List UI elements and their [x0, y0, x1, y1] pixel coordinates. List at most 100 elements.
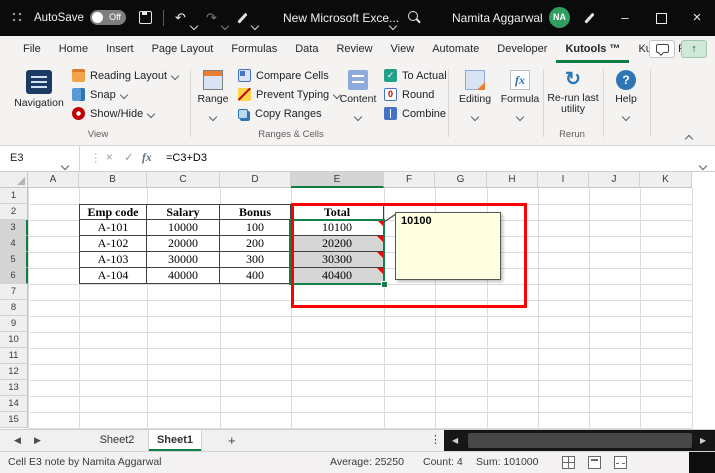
tab-data[interactable]: Data — [286, 36, 327, 63]
tab-review[interactable]: Review — [327, 36, 381, 63]
row-header-9[interactable]: 9 — [0, 316, 28, 332]
undo-menu-chevron-icon[interactable] — [191, 16, 197, 34]
cell-E5[interactable]: 30300 — [291, 252, 384, 268]
snap-button[interactable]: Snap — [72, 85, 178, 104]
cell-D4[interactable]: 200 — [220, 236, 291, 252]
insert-function-icon[interactable]: fx — [142, 146, 152, 171]
tab-view[interactable]: View — [382, 36, 424, 63]
scroll-right-icon[interactable]: ▶ — [700, 430, 706, 451]
cell-B3[interactable]: A-101 — [79, 220, 147, 236]
range-button[interactable]: Range — [192, 65, 234, 127]
ink-pen-icon[interactable] — [584, 13, 594, 24]
pen-menu-chevron-icon[interactable] — [252, 16, 258, 34]
column-header-C[interactable]: C — [147, 172, 220, 188]
cell-C3[interactable]: 10000 — [147, 220, 220, 236]
row-header-10[interactable]: 10 — [0, 332, 28, 348]
scroll-left-icon[interactable]: ◀ — [452, 430, 458, 451]
new-sheet-button[interactable]: + — [228, 430, 236, 451]
search-icon[interactable] — [408, 11, 418, 21]
row-header-3[interactable]: 3 — [0, 220, 28, 236]
row-header-12[interactable]: 12 — [0, 364, 28, 380]
name-box[interactable]: E3 — [0, 146, 80, 171]
tab-developer[interactable]: Developer — [488, 36, 556, 63]
cell-E3[interactable]: 10100 — [291, 220, 384, 236]
title-menu-chevron-icon[interactable] — [390, 16, 396, 34]
tab-page-layout[interactable]: Page Layout — [143, 36, 223, 63]
cell-B4[interactable]: A-102 — [79, 236, 147, 252]
maximize-button[interactable] — [643, 0, 679, 36]
cell-D3[interactable]: 100 — [220, 220, 291, 236]
comments-button[interactable] — [649, 40, 675, 58]
avatar[interactable]: NA — [549, 7, 570, 28]
tab-scroll-splitter[interactable]: ⋮ — [430, 430, 441, 451]
cell-B2[interactable]: Emp code — [79, 204, 147, 220]
sheet-tab-sheet1[interactable]: Sheet1 — [148, 430, 202, 451]
reading-layout-button[interactable]: Reading Layout — [72, 66, 178, 85]
navigation-button[interactable]: Navigation — [8, 65, 70, 127]
formula-button[interactable]: fx Formula — [498, 65, 542, 127]
close-button[interactable]: × — [679, 0, 715, 36]
column-header-D[interactable]: D — [220, 172, 291, 188]
column-header-G[interactable]: G — [435, 172, 487, 188]
column-header-K[interactable]: K — [640, 172, 692, 188]
enter-formula-icon[interactable]: ✓ — [124, 146, 134, 171]
tab-insert[interactable]: Insert — [97, 36, 143, 63]
share-button[interactable]: ↑ — [681, 40, 707, 58]
row-header-2[interactable]: 2 — [0, 204, 28, 220]
cell-D5[interactable]: 300 — [220, 252, 291, 268]
fill-handle[interactable] — [381, 281, 388, 288]
pen-tool-icon[interactable] — [237, 13, 247, 24]
compare-cells-button[interactable]: Compare Cells — [238, 66, 340, 85]
row-header-8[interactable]: 8 — [0, 300, 28, 316]
horizontal-scrollbar-thumb[interactable] — [468, 433, 692, 448]
column-header-I[interactable]: I — [538, 172, 589, 188]
row-header-14[interactable]: 14 — [0, 396, 28, 412]
show-hide-button[interactable]: Show/Hide — [72, 104, 178, 123]
undo-button[interactable]: ↶ — [175, 0, 186, 36]
cell-E6[interactable]: 40400 — [291, 268, 384, 284]
row-header-7[interactable]: 7 — [0, 284, 28, 300]
column-header-E[interactable]: E — [291, 172, 384, 188]
normal-view-button[interactable] — [562, 456, 575, 469]
prevent-typing-button[interactable]: Prevent Typing — [238, 85, 340, 104]
next-sheet-icon[interactable]: ▶ — [34, 430, 41, 451]
tab-file[interactable]: File — [14, 36, 50, 63]
row-header-5[interactable]: 5 — [0, 252, 28, 268]
sheet-tab-sheet2[interactable]: Sheet2 — [86, 430, 148, 451]
cell-B6[interactable]: A-104 — [79, 268, 147, 284]
column-header-A[interactable]: A — [28, 172, 79, 188]
redo-button[interactable]: ↷ — [206, 0, 217, 36]
cell-D2[interactable]: Bonus — [220, 204, 291, 220]
select-all-corner[interactable] — [0, 172, 28, 188]
tab-help[interactable]: Help — [709, 36, 715, 63]
tab-home[interactable]: Home — [50, 36, 97, 63]
help-button[interactable]: ? Help — [606, 65, 646, 127]
cell-D6[interactable]: 400 — [220, 268, 291, 284]
app-launcher-icon[interactable] — [11, 11, 25, 25]
formula-input[interactable]: =C3+D3 — [166, 146, 207, 171]
autosave-toggle[interactable]: Off — [90, 10, 126, 25]
tab-automate[interactable]: Automate — [423, 36, 488, 63]
copy-ranges-button[interactable]: Copy Ranges — [238, 104, 340, 123]
editing-button[interactable]: Editing — [452, 65, 498, 127]
save-icon[interactable] — [139, 11, 152, 24]
minimize-button[interactable]: – — [607, 0, 643, 36]
row-header-4[interactable]: 4 — [0, 236, 28, 252]
column-header-F[interactable]: F — [384, 172, 435, 188]
redo-menu-chevron-icon[interactable] — [222, 16, 228, 34]
page-layout-view-button[interactable] — [588, 456, 601, 469]
cell-C4[interactable]: 20000 — [147, 236, 220, 252]
cell-C2[interactable]: Salary — [147, 204, 220, 220]
cancel-formula-icon[interactable]: × — [106, 146, 113, 171]
row-header-1[interactable]: 1 — [0, 188, 28, 204]
column-header-H[interactable]: H — [487, 172, 538, 188]
user-name[interactable]: Namita Aggarwal — [452, 0, 543, 36]
row-header-6[interactable]: 6 — [0, 268, 28, 284]
cell-E4[interactable]: 20200 — [291, 236, 384, 252]
horizontal-scrollbar[interactable]: ◀ ▶ — [444, 430, 715, 451]
combine-button[interactable]: Combine — [384, 104, 447, 123]
row-header-15[interactable]: 15 — [0, 412, 28, 428]
previous-sheet-icon[interactable]: ◀ — [14, 430, 21, 451]
document-title[interactable]: New Microsoft Exce... — [283, 0, 399, 36]
row-header-11[interactable]: 11 — [0, 348, 28, 364]
